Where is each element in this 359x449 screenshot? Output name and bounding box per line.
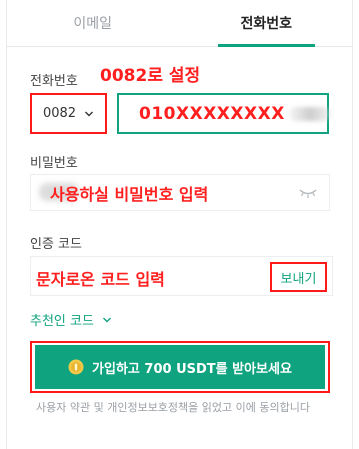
- phone-input[interactable]: 010XXXXXXXX: [117, 93, 331, 134]
- country-code-value: 0082: [42, 106, 77, 121]
- annotation-code-note: 문자로온 코드 입력: [36, 270, 165, 289]
- annotation-password-note: 사용하실 비밀번호 입력: [50, 185, 209, 204]
- annotation-country-note: 0082로 설정: [100, 66, 201, 86]
- password-label: 비밀번호: [30, 156, 78, 171]
- tab-phone[interactable]: 전화번호: [180, 0, 354, 47]
- phone-input-value: 010XXXXXXXX: [139, 103, 285, 124]
- chevron-down-icon: [102, 317, 111, 322]
- referral-code-toggle[interactable]: 추천인 코드: [30, 310, 112, 329]
- tab-email[interactable]: 이메일: [6, 0, 180, 46]
- eye-closed-icon[interactable]: [299, 187, 317, 199]
- signup-button[interactable]: 가입하고 700 USDT를 받아보세요: [35, 345, 325, 389]
- phone-label: 전화번호: [30, 74, 78, 89]
- coin-icon: [68, 359, 84, 375]
- signup-button-label: 가입하고 700 USDT를 받아보세요: [92, 361, 292, 377]
- redaction-blur: [289, 107, 331, 121]
- signup-tabs: 이메일 전화번호: [6, 0, 353, 47]
- code-label: 인증 코드: [30, 237, 82, 252]
- send-code-button[interactable]: 보내기: [270, 262, 327, 292]
- country-code-select[interactable]: 0082: [30, 93, 107, 134]
- chevron-down-icon: [85, 111, 94, 116]
- terms-agreement-text: 사용자 약관 및 개인정보보호정책을 읽었고 이에 동의합니다: [36, 401, 310, 414]
- referral-code-label: 추천인 코드: [30, 314, 94, 329]
